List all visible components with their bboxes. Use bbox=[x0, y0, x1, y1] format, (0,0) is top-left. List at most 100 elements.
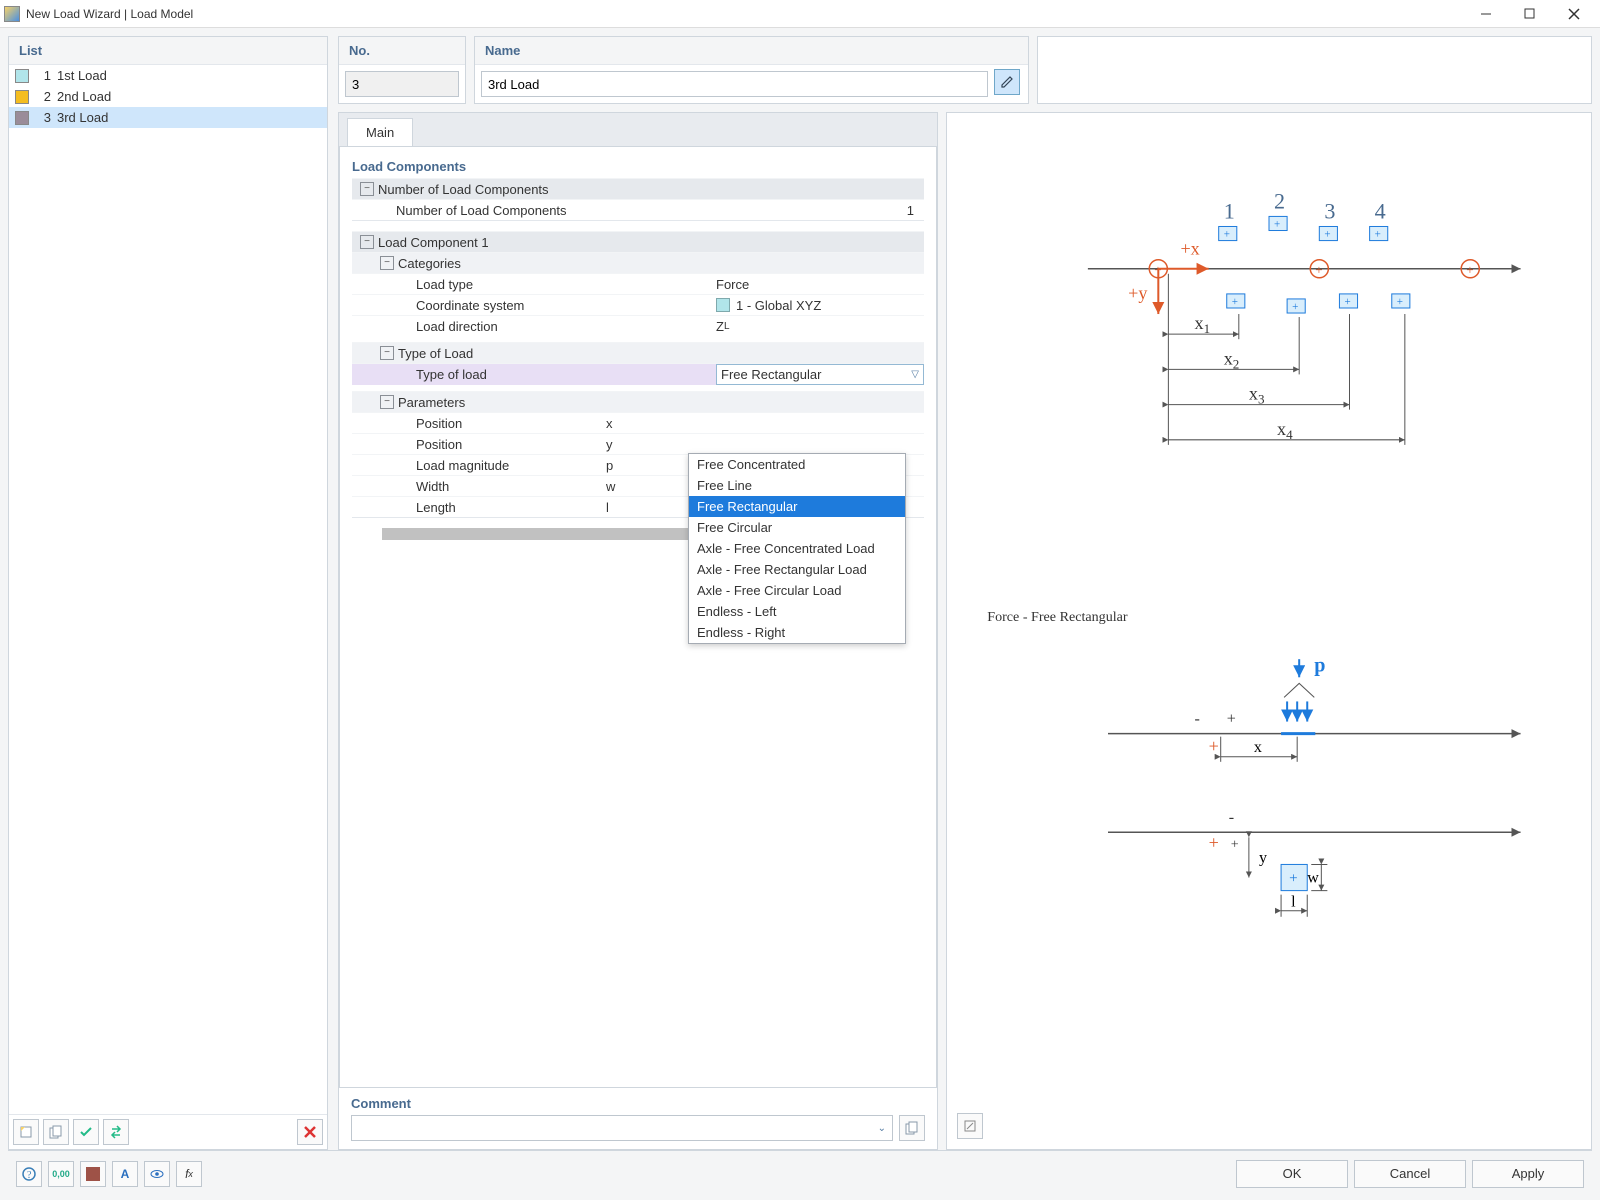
svg-text:+: + bbox=[1232, 296, 1238, 308]
delete-icon[interactable] bbox=[297, 1119, 323, 1145]
svg-text:+: + bbox=[1289, 871, 1298, 887]
minimize-button[interactable] bbox=[1464, 0, 1508, 28]
comment-combo[interactable]: ⌄ bbox=[351, 1115, 893, 1141]
new-icon[interactable] bbox=[13, 1119, 39, 1145]
type-of-load-combo[interactable]: Free Rectangular ▽ bbox=[716, 364, 924, 385]
svg-text:+: + bbox=[1466, 262, 1473, 277]
dropdown-item[interactable]: Axle - Free Rectangular Load bbox=[689, 559, 905, 580]
list-header: List bbox=[9, 37, 327, 65]
svg-text:y: y bbox=[1259, 849, 1267, 866]
row-num-components-value[interactable]: Number of Load Components 1 bbox=[352, 199, 924, 220]
collapse-icon[interactable]: − bbox=[360, 235, 374, 249]
collapse-icon[interactable]: − bbox=[380, 256, 394, 270]
svg-text:+: + bbox=[1344, 296, 1350, 308]
svg-text:+: + bbox=[1209, 832, 1219, 852]
close-button[interactable] bbox=[1552, 0, 1596, 28]
list-item[interactable]: 2 2nd Load bbox=[9, 86, 327, 107]
check-all-icon[interactable] bbox=[73, 1119, 99, 1145]
row-load-type[interactable]: Load type Force bbox=[352, 273, 924, 294]
row-coord-system[interactable]: Coordinate system 1 - Global XYZ bbox=[352, 294, 924, 315]
dropdown-item[interactable]: Free Rectangular bbox=[689, 496, 905, 517]
dropdown-item[interactable]: Axle - Free Circular Load bbox=[689, 580, 905, 601]
type-of-load-dropdown[interactable]: Free Concentrated Free Line Free Rectang… bbox=[688, 453, 906, 644]
svg-text:-: - bbox=[1229, 809, 1234, 826]
svg-text:3: 3 bbox=[1324, 198, 1335, 223]
svg-text:+: + bbox=[1274, 218, 1280, 230]
dropdown-item[interactable]: Free Concentrated bbox=[689, 454, 905, 475]
window-title: New Load Wizard | Load Model bbox=[26, 7, 1464, 21]
text-style-button[interactable]: A bbox=[112, 1161, 138, 1187]
list-panel: List 1 1st Load 2 2nd Load 3 3rd Load bbox=[8, 36, 328, 1150]
diagram-settings-button[interactable] bbox=[957, 1113, 983, 1139]
tab-strip: Main bbox=[339, 113, 937, 147]
dropdown-item[interactable]: Free Line bbox=[689, 475, 905, 496]
app-icon bbox=[4, 6, 20, 22]
rename-button[interactable] bbox=[994, 69, 1020, 95]
row-position-y[interactable]: Position y bbox=[352, 433, 924, 454]
units-button[interactable]: 0,00 bbox=[48, 1161, 74, 1187]
svg-text:x2: x2 bbox=[1224, 348, 1240, 371]
svg-text:?: ? bbox=[27, 1170, 32, 1181]
svg-text:+: + bbox=[1224, 229, 1230, 241]
title-bar: New Load Wizard | Load Model bbox=[0, 0, 1600, 28]
copy-icon[interactable] bbox=[43, 1119, 69, 1145]
properties-panel: Main Load Components − Number of Load Co… bbox=[338, 112, 938, 1150]
list-item[interactable]: 1 1st Load bbox=[9, 65, 327, 86]
preview-placeholder-panel bbox=[1037, 36, 1592, 104]
svg-text:2: 2 bbox=[1274, 188, 1285, 213]
row-parameters[interactable]: − Parameters bbox=[352, 391, 924, 412]
row-load-direction[interactable]: Load direction ZL bbox=[352, 315, 924, 336]
comment-panel: Comment ⌄ bbox=[339, 1087, 937, 1149]
comment-library-button[interactable] bbox=[899, 1115, 925, 1141]
tab-main[interactable]: Main bbox=[347, 118, 413, 146]
swap-icon[interactable] bbox=[103, 1119, 129, 1145]
ok-button[interactable]: OK bbox=[1236, 1160, 1348, 1188]
svg-text:x: x bbox=[1254, 739, 1262, 756]
help-button[interactable]: ? bbox=[16, 1161, 42, 1187]
diagram-panel: 1 2 3 4 ++++ bbox=[946, 112, 1592, 1150]
svg-text:p: p bbox=[1314, 654, 1325, 676]
section-load-components: Load Components bbox=[352, 159, 924, 174]
row-load-component-1[interactable]: − Load Component 1 bbox=[352, 231, 924, 252]
collapse-icon[interactable]: − bbox=[380, 346, 394, 360]
dialog-footer: ? 0,00 A fx OK Cancel Apply bbox=[8, 1150, 1592, 1196]
row-type-of-load[interactable]: Type of load Free Rectangular ▽ bbox=[352, 363, 924, 385]
name-panel: Name bbox=[474, 36, 1029, 104]
row-num-components[interactable]: − Number of Load Components bbox=[352, 178, 924, 199]
color-button[interactable] bbox=[80, 1161, 106, 1187]
svg-text:+: + bbox=[1397, 296, 1403, 308]
no-field[interactable] bbox=[345, 71, 459, 97]
maximize-button[interactable] bbox=[1508, 0, 1552, 28]
color-swatch bbox=[15, 69, 29, 83]
row-position-x[interactable]: Position x bbox=[352, 412, 924, 433]
color-swatch bbox=[15, 111, 29, 125]
svg-text:+: + bbox=[1375, 229, 1381, 241]
svg-text:+x: +x bbox=[1180, 239, 1199, 259]
list-item[interactable]: 3 3rd Load bbox=[9, 107, 327, 128]
view-button[interactable] bbox=[144, 1161, 170, 1187]
svg-text:x3: x3 bbox=[1249, 384, 1265, 407]
help-icon: ? bbox=[22, 1167, 36, 1181]
dropdown-item[interactable]: Axle - Free Concentrated Load bbox=[689, 538, 905, 559]
svg-text:+: + bbox=[1315, 262, 1322, 277]
row-type-of-load-header[interactable]: − Type of Load bbox=[352, 342, 924, 363]
chevron-down-icon: ▽ bbox=[911, 369, 919, 380]
svg-text:+: + bbox=[1209, 736, 1219, 756]
name-field[interactable] bbox=[481, 71, 988, 97]
dropdown-item[interactable]: Endless - Left bbox=[689, 601, 905, 622]
svg-text:Force - Free Rectangular: Force - Free Rectangular bbox=[987, 609, 1128, 625]
color-chip bbox=[716, 298, 730, 312]
dropdown-item[interactable]: Endless - Right bbox=[689, 622, 905, 643]
svg-text:+: + bbox=[1231, 836, 1239, 852]
svg-text:x1: x1 bbox=[1195, 313, 1211, 336]
svg-text:4: 4 bbox=[1375, 198, 1386, 223]
apply-button[interactable]: Apply bbox=[1472, 1160, 1584, 1188]
svg-text:+y: +y bbox=[1128, 283, 1147, 303]
function-button[interactable]: fx bbox=[176, 1161, 202, 1187]
row-categories[interactable]: − Categories bbox=[352, 252, 924, 273]
collapse-icon[interactable]: − bbox=[380, 395, 394, 409]
no-panel: No. bbox=[338, 36, 466, 104]
dropdown-item[interactable]: Free Circular bbox=[689, 517, 905, 538]
collapse-icon[interactable]: − bbox=[360, 182, 374, 196]
cancel-button[interactable]: Cancel bbox=[1354, 1160, 1466, 1188]
